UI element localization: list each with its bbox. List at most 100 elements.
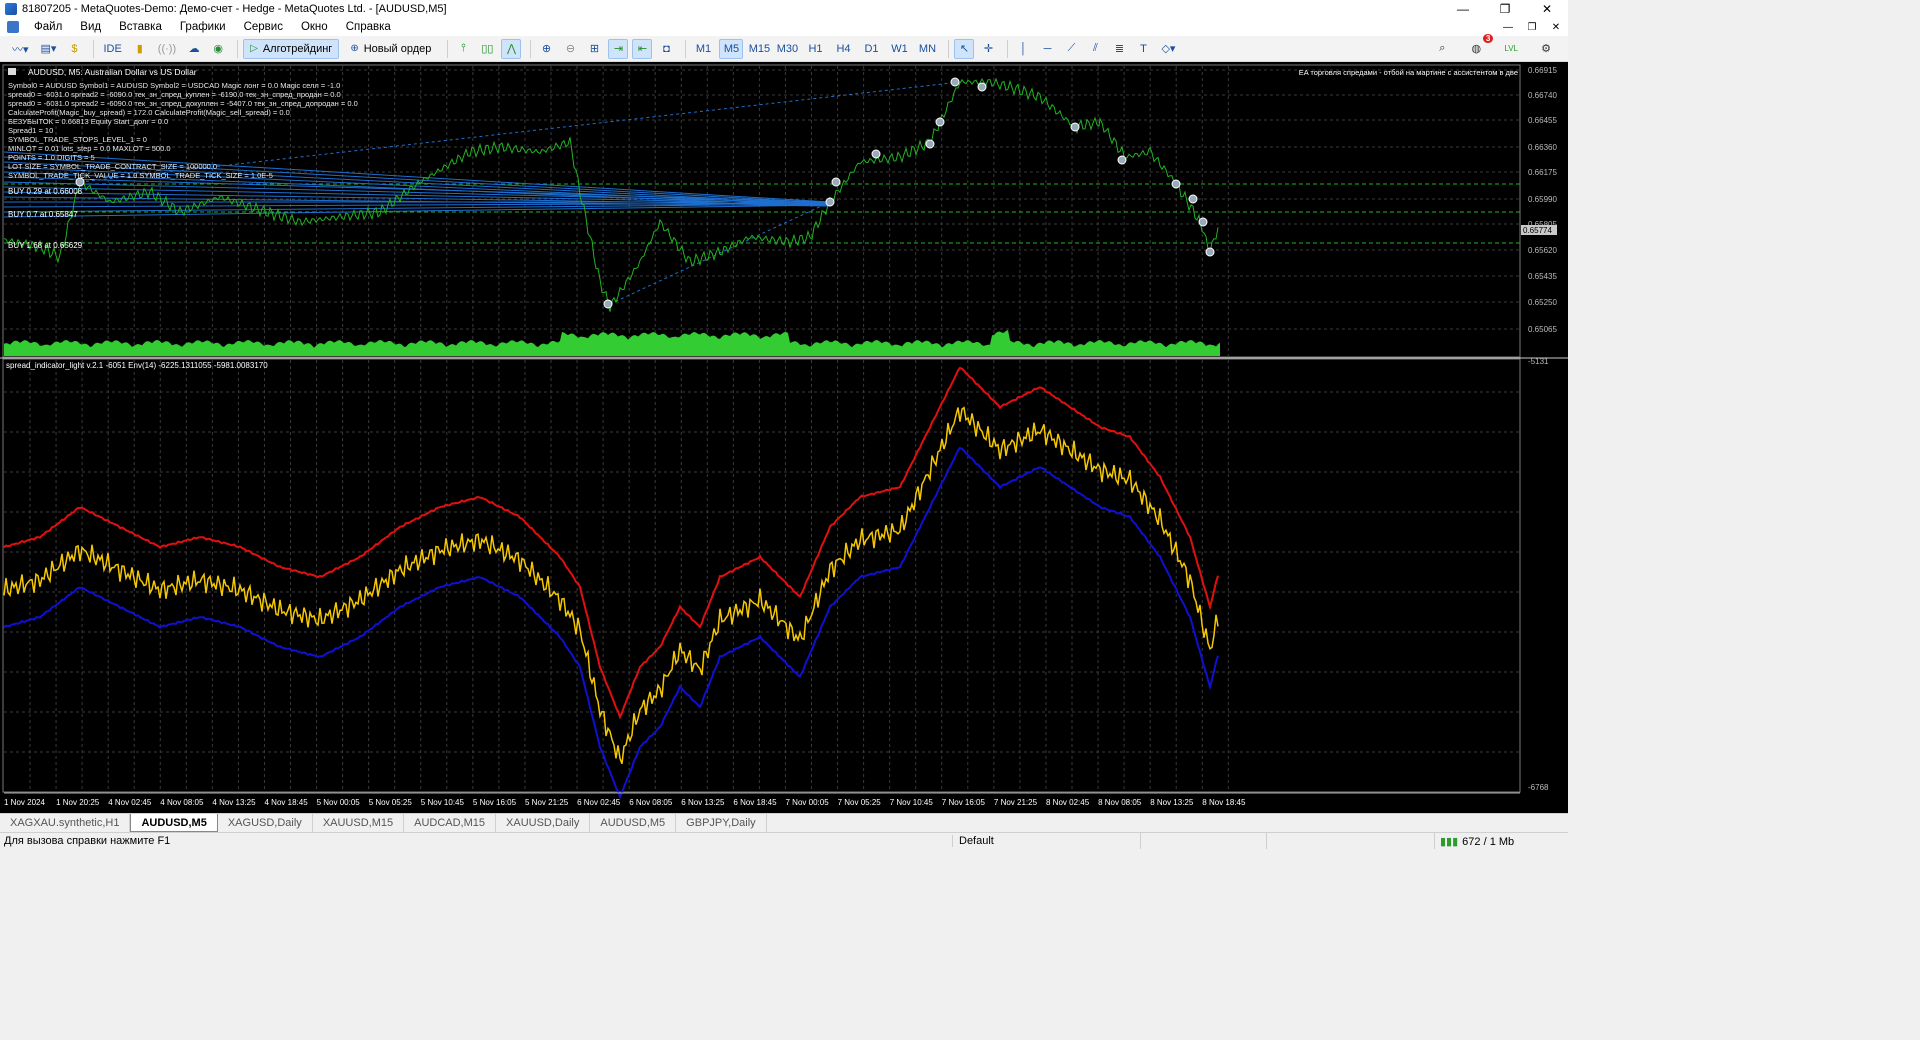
timeframe-m15[interactable]: M15: [747, 39, 771, 59]
time-axis-label: 4 Nov 18:45: [265, 798, 309, 807]
chart-tab-active[interactable]: AUDUSD,M5: [130, 814, 218, 832]
trade-marker[interactable]: [925, 139, 935, 149]
channel-icon[interactable]: ⫽: [1085, 39, 1105, 59]
price-axis-label: 0.65065: [1528, 325, 1557, 334]
status-separator: [1140, 833, 1141, 849]
chart-shift-icon[interactable]: ⇤: [632, 38, 653, 59]
timeframe-mn[interactable]: MN: [915, 39, 939, 59]
zoom-in-icon[interactable]: ⊕: [536, 39, 556, 59]
crosshair-icon[interactable]: ✛: [978, 39, 998, 59]
trade-marker[interactable]: [1205, 247, 1215, 257]
chart-window[interactable]: 0.66915 0.66740 0.66455 0.66360 0.66175 0.659…: [0, 62, 1568, 813]
timeframe-m5[interactable]: M5: [719, 38, 744, 59]
screenshot-icon[interactable]: ◘: [656, 39, 676, 59]
line-chart-icon[interactable]: ⋀: [501, 38, 522, 59]
close-button[interactable]: ✕: [1526, 0, 1568, 18]
vertical-line-icon[interactable]: │: [1013, 39, 1033, 59]
ide-button[interactable]: IDE: [99, 39, 125, 59]
notifications-badge: 3: [1482, 33, 1494, 43]
trade-marker[interactable]: [1117, 155, 1127, 165]
trade-marker[interactable]: [871, 149, 881, 159]
vps-icon[interactable]: ◉: [208, 39, 228, 59]
chart-tab[interactable]: XAGXAU.synthetic,H1: [0, 814, 131, 832]
lvl-icon[interactable]: LVL: [1500, 39, 1522, 59]
menu-insert[interactable]: Вставка: [110, 21, 171, 33]
time-axis-label: 7 Nov 21:25: [994, 798, 1038, 807]
autoscroll-icon[interactable]: ⇥: [608, 38, 629, 59]
chart-tab[interactable]: AUDCAD,M15: [404, 814, 497, 832]
trade-marker[interactable]: [1198, 217, 1208, 227]
trade-marker[interactable]: [1171, 179, 1181, 189]
trade-marker[interactable]: [1070, 122, 1080, 132]
window-controls: — ❐ ✕: [1442, 0, 1568, 18]
chart-type-icon[interactable]: 〰▾: [8, 39, 33, 59]
mdi-controls: — ❐ ✕: [1496, 22, 1568, 33]
mdi-close-button[interactable]: ✕: [1544, 22, 1568, 33]
horizontal-line-icon[interactable]: ─: [1037, 39, 1057, 59]
bar-chart-icon[interactable]: ⫯: [453, 39, 473, 59]
notifications-icon[interactable]: ◍ 3: [1466, 33, 1494, 59]
chart-tab[interactable]: XAGUSD,Daily: [218, 814, 313, 832]
timeframe-m30[interactable]: M30: [775, 39, 799, 59]
cloud-icon[interactable]: ☁: [184, 39, 204, 59]
candles-icon[interactable]: ▯▯: [477, 39, 497, 59]
shopping-bag-icon[interactable]: ▮: [130, 39, 150, 59]
menu-tools[interactable]: Сервис: [235, 21, 292, 33]
trendline-icon[interactable]: ⟋: [1061, 39, 1081, 59]
toolbar-separator: [948, 39, 950, 58]
zoom-out-icon[interactable]: ⊖: [560, 39, 580, 59]
fibonacci-icon[interactable]: ≣: [1109, 39, 1129, 59]
trade-marker[interactable]: [935, 117, 945, 127]
algotrading-button[interactable]: ▷ Алготрейдинг: [243, 38, 340, 59]
time-axis-label: 6 Nov 08:05: [629, 798, 673, 807]
menu-help[interactable]: Справка: [337, 21, 400, 33]
grid-icon[interactable]: ⊞: [584, 39, 604, 59]
signal-icon[interactable]: ((·)): [154, 39, 180, 59]
shapes-icon[interactable]: ◇▾: [1157, 39, 1179, 59]
ea-info-line: SYMBOL_TRADE_TICK_VALUE = 1.0 SYMBOL_TRA…: [8, 171, 273, 180]
new-order-label: Новый ордер: [363, 42, 432, 55]
menu-charts[interactable]: Графики: [171, 21, 235, 33]
mdi-restore-button[interactable]: ❐: [1520, 22, 1544, 33]
templates-icon[interactable]: ▤▾: [37, 39, 61, 59]
market-icon[interactable]: $: [64, 39, 84, 59]
text-icon[interactable]: T: [1133, 39, 1153, 59]
chart-tab[interactable]: XAUUSD,M15: [313, 814, 405, 832]
new-order-button[interactable]: ⊕ Новый ордер: [343, 39, 438, 59]
trade-marker[interactable]: [977, 82, 987, 92]
price-axis-label: 0.66360: [1528, 143, 1557, 152]
minimize-button[interactable]: —: [1442, 0, 1484, 18]
chart-tab[interactable]: XAUUSD,Daily: [496, 814, 591, 832]
trade-marker[interactable]: [1188, 194, 1198, 204]
time-axis-label: 6 Nov 02:45: [577, 798, 621, 807]
trade-marker[interactable]: [825, 197, 835, 207]
menu-view[interactable]: Вид: [71, 21, 110, 33]
connection-status[interactable]: ▮▮▮ 672 / 1 Mb: [1440, 835, 1514, 848]
trade-marker[interactable]: [603, 299, 613, 309]
mdi-minimize-button[interactable]: —: [1496, 22, 1520, 33]
chart-tab[interactable]: GBPJPY,Daily: [676, 814, 767, 832]
search-icon[interactable]: ⌕: [1432, 39, 1452, 59]
main-toolbar: 〰▾ ▤▾ $ IDE ▮ ((·)) ☁ ◉ ▷ Алготрейдинг ⊕ Н…: [0, 33, 1568, 62]
trade-marker[interactable]: [831, 177, 841, 187]
options-icon[interactable]: ⚙: [1536, 39, 1556, 59]
menu-bar: Файл Вид Вставка Графики Сервис Окно Спр…: [0, 18, 1568, 36]
new-order-icon: ⊕: [350, 43, 359, 54]
menu-window[interactable]: Окно: [292, 21, 337, 33]
price-axis-label: 0.65620: [1528, 246, 1557, 255]
menu-file[interactable]: Файл: [25, 21, 71, 33]
timeframe-d1[interactable]: D1: [859, 39, 883, 59]
chart-tab[interactable]: AUDUSD,M5: [590, 814, 677, 832]
timeframe-h1[interactable]: H1: [803, 39, 827, 59]
connection-traffic: 672 / 1 Mb: [1462, 836, 1515, 848]
ea-info-line: Symbol0 = AUDUSD Symbol1 = AUDUSD Symbol…: [8, 81, 340, 90]
maximize-button[interactable]: ❐: [1484, 0, 1526, 18]
trade-marker[interactable]: [950, 77, 960, 87]
help-hint: Для вызова справки нажмите F1: [4, 835, 171, 847]
ea-info-line: MINLOT = 0.01 lots_step = 0.0 MAXLOT = 5…: [8, 144, 171, 153]
cursor-icon[interactable]: ↖: [954, 38, 975, 59]
timeframe-h4[interactable]: H4: [831, 39, 855, 59]
chart-canvas[interactable]: 0.66915 0.66740 0.66455 0.66360 0.66175 0.659…: [0, 62, 1568, 813]
timeframe-m1[interactable]: M1: [691, 39, 715, 59]
timeframe-w1[interactable]: W1: [887, 39, 911, 59]
